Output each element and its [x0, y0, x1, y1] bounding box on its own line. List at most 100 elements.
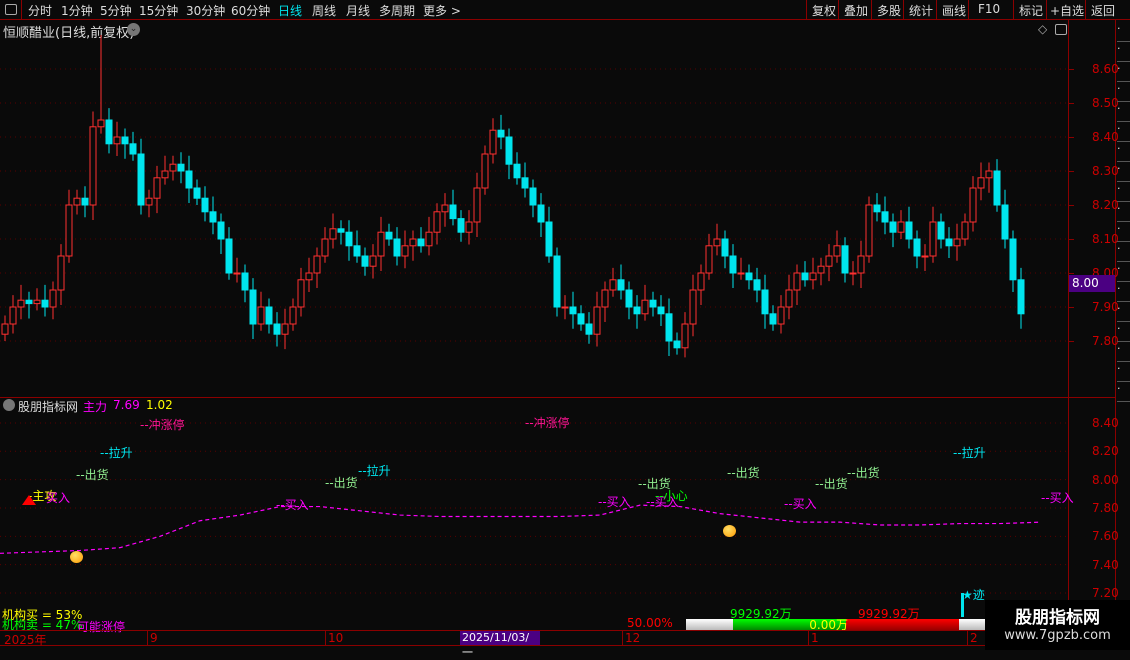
signal-label: --冲涨停	[525, 416, 570, 430]
back-button[interactable]: 返回	[1085, 0, 1120, 20]
period-daily[interactable]: 日线	[278, 2, 302, 19]
period-5min[interactable]: 5分钟	[100, 2, 132, 19]
sidebar-cell[interactable]: ·	[1117, 142, 1130, 162]
candle	[665, 298, 673, 356]
sidebar-toggle-button[interactable]	[0, 0, 22, 20]
indicator-tick: 8.20	[1092, 444, 1119, 459]
candle	[681, 312, 689, 358]
candle	[305, 257, 313, 293]
sidebar-cell[interactable]: ·	[1117, 302, 1130, 322]
sidebar-cell[interactable]: ·	[1117, 262, 1130, 282]
period-fenshi[interactable]: 分时	[28, 2, 52, 19]
price-tick: 7.80	[1092, 334, 1119, 348]
period-60min[interactable]: 60分钟	[231, 2, 270, 19]
candle	[449, 189, 457, 226]
sidebar-cell[interactable]: ·	[1117, 282, 1130, 302]
sidebar-cell[interactable]: ·	[1117, 342, 1130, 362]
sidebar-cell[interactable]: ·	[1117, 102, 1130, 122]
adjust-button[interactable]: 复权	[806, 0, 841, 20]
candle	[385, 223, 393, 246]
candle	[849, 261, 857, 286]
candle	[633, 295, 641, 329]
price-tick: 8.50	[1092, 96, 1119, 110]
indicator-tick: 7.20	[1092, 586, 1119, 600]
candle	[401, 230, 409, 269]
candle	[905, 206, 913, 249]
candle	[785, 274, 793, 320]
period-multi[interactable]: 多周期	[379, 2, 415, 19]
period-30min[interactable]: 30分钟	[186, 2, 225, 19]
candle	[209, 196, 217, 235]
period-monthly[interactable]: 月线	[346, 2, 370, 19]
sidebar-cell[interactable]: ·	[1117, 362, 1130, 382]
sidebar-cell[interactable]: ·	[1117, 162, 1130, 182]
candle	[897, 210, 905, 239]
candlestick-chart[interactable]	[0, 20, 1068, 397]
orange-marker-icon	[70, 551, 83, 563]
sidebar-cell[interactable]: ·	[1117, 222, 1130, 242]
main-force-line	[0, 504, 1041, 554]
candle	[417, 227, 425, 253]
watermark: 股朋指标网 www.7gpzb.com	[985, 600, 1130, 650]
candle	[265, 298, 273, 334]
candle	[65, 189, 73, 263]
stats-button[interactable]: 统计	[903, 0, 938, 20]
candle	[721, 230, 729, 269]
sidebar-cell[interactable]: ·	[1117, 202, 1130, 222]
overlay-button[interactable]: 叠加	[838, 0, 873, 20]
candle	[545, 206, 553, 263]
candle	[201, 186, 209, 222]
candle	[921, 244, 929, 271]
sidebar-cell[interactable]: ·	[1117, 122, 1130, 142]
mark-button[interactable]: 标记	[1013, 0, 1048, 20]
period-1min[interactable]: 1分钟	[61, 2, 93, 19]
indicator-tick: 7.60	[1092, 529, 1119, 544]
candle	[945, 227, 953, 259]
sidebar-cell[interactable]: ·	[1117, 182, 1130, 202]
candle	[361, 247, 369, 276]
candle	[153, 165, 161, 214]
candle	[553, 247, 561, 317]
signal-label: --拉升	[100, 446, 133, 460]
candle	[329, 213, 337, 249]
volume-bar: 0.00万	[686, 618, 985, 632]
candle	[233, 257, 241, 283]
candle	[241, 264, 249, 303]
signal-label: --拉升	[953, 446, 986, 460]
candle	[161, 155, 169, 185]
candle	[953, 223, 961, 261]
sidebar-cell[interactable]: ·	[1117, 62, 1130, 82]
sidebar-cell[interactable]: ·	[1117, 42, 1130, 62]
signal-label: --冲涨停	[140, 418, 185, 432]
sidebar-cell[interactable]: ·	[1117, 322, 1130, 342]
candle	[185, 155, 193, 203]
candle	[713, 223, 721, 256]
candle	[689, 274, 697, 337]
candle	[977, 162, 985, 201]
time-label: 10	[325, 631, 343, 645]
sidebar-cell[interactable]: ·	[1117, 382, 1130, 402]
candle	[625, 281, 633, 320]
candle	[857, 240, 865, 288]
period-15min[interactable]: 15分钟	[139, 2, 178, 19]
signal-label: --拉升	[358, 464, 391, 478]
multi-stock-button[interactable]: 多股	[871, 0, 906, 20]
candle	[809, 257, 817, 290]
candle	[1, 315, 9, 341]
candle	[793, 264, 801, 305]
candle	[729, 244, 737, 288]
candle	[673, 332, 681, 355]
sidebar-cell[interactable]: ·	[1117, 242, 1130, 262]
draw-button[interactable]: 画线	[936, 0, 971, 20]
candle	[513, 152, 521, 185]
candle	[489, 118, 497, 164]
add-watchlist-button[interactable]: +自选	[1046, 0, 1087, 20]
sidebar-cell[interactable]: ·	[1117, 82, 1130, 102]
sidebar-cell[interactable]: ·	[1117, 22, 1130, 42]
axis-divider	[1068, 20, 1069, 650]
period-weekly[interactable]: 周线	[312, 2, 336, 19]
candle	[281, 308, 289, 350]
f10-button[interactable]: F10	[968, 0, 1005, 20]
period-more[interactable]: 更多 >	[423, 2, 461, 19]
candle	[57, 244, 65, 305]
